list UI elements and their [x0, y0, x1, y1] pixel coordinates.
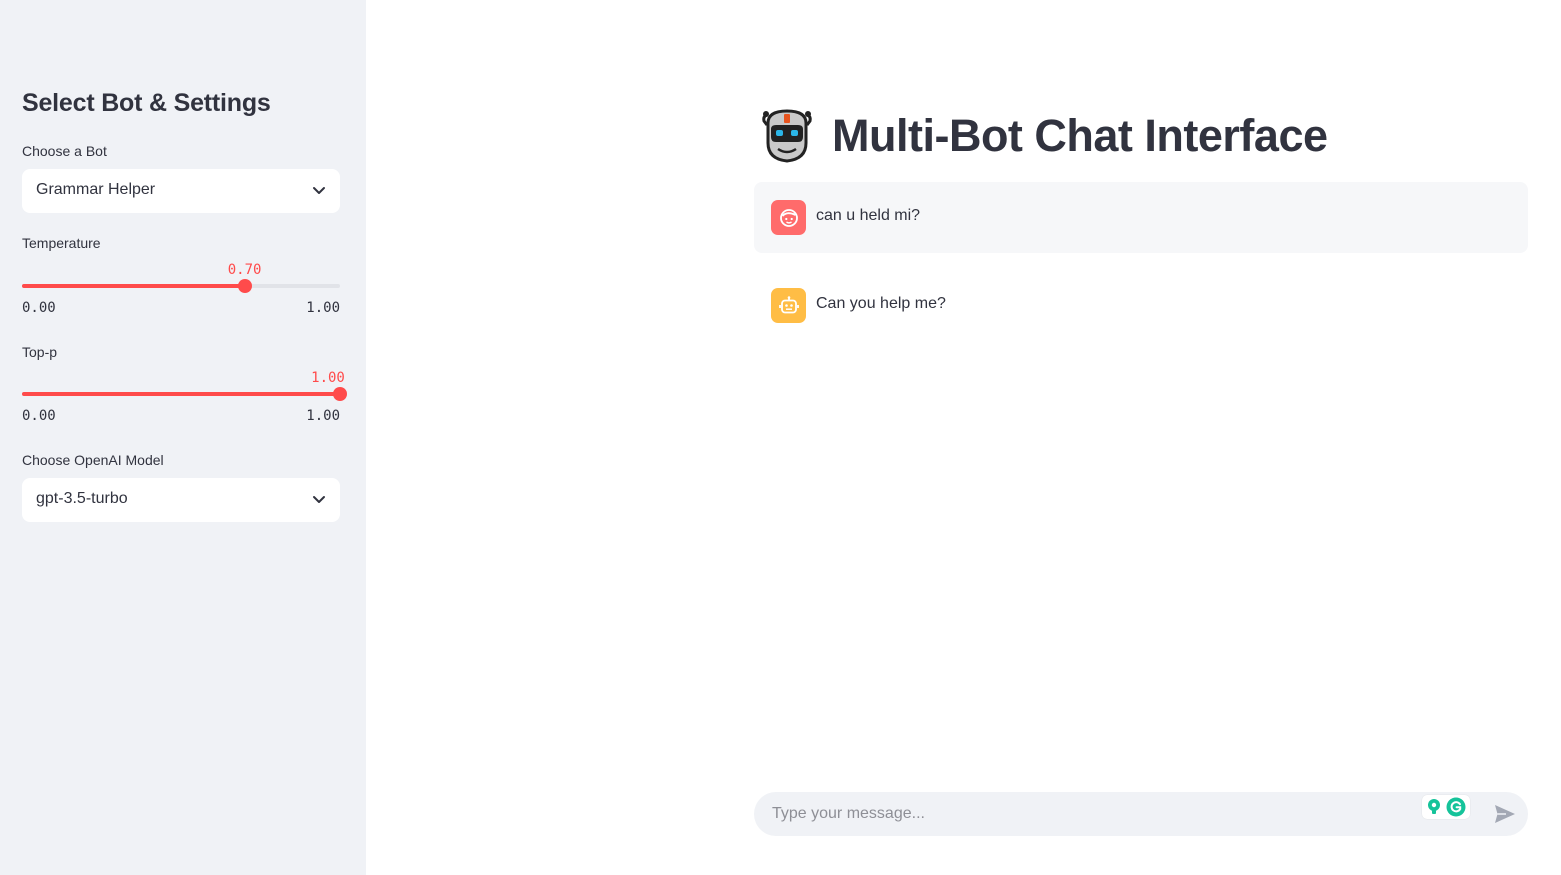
bot-select-label: Choose a Bot [22, 143, 107, 159]
bot-select-value: Grammar Helper [36, 181, 156, 198]
grammarly-widget[interactable] [1422, 795, 1470, 819]
chat-message-user: can u held mi? [754, 182, 1528, 253]
top-p-label: Top-p [22, 344, 58, 360]
model-select-label: Choose OpenAI Model [22, 452, 164, 468]
chat-message-assistant: Can you help me? [754, 270, 1528, 341]
bot-select[interactable]: Grammar Helper [22, 169, 340, 213]
chevron-down-icon [313, 187, 325, 194]
slider-thumb[interactable] [333, 387, 347, 401]
temperature-min: 0.00 [22, 300, 56, 316]
lightbulb-icon [1428, 799, 1440, 814]
message-text: can u held mi? [816, 207, 921, 224]
chat-input[interactable] [772, 792, 1412, 836]
temperature-label: Temperature [22, 235, 101, 251]
slider-value: 0.70 [227, 262, 262, 278]
chat-input-container [754, 792, 1528, 836]
sidebar-title: Select Bot & Settings [22, 89, 271, 117]
sidebar: Select Bot & Settings Choose a Bot Gramm… [0, 0, 366, 875]
slider-fill [22, 284, 245, 288]
send-icon[interactable] [1494, 804, 1516, 824]
user-face-icon [779, 208, 798, 227]
temperature-max: 1.00 [306, 300, 340, 316]
robot-icon [762, 109, 812, 163]
grammarly-icon [1446, 797, 1466, 817]
model-select-value: gpt-3.5-turbo [36, 490, 128, 507]
model-select[interactable]: gpt-3.5-turbo [22, 478, 340, 522]
bot-avatar [771, 288, 806, 323]
bot-icon [778, 295, 799, 313]
top-p-max: 1.00 [306, 408, 340, 424]
user-avatar [771, 200, 806, 235]
page-header: Multi-Bot Chat Interface [758, 106, 1328, 166]
top-p-slider[interactable]: 1.00 [22, 370, 347, 414]
top-p-min: 0.00 [22, 408, 56, 424]
chevron-down-icon [313, 496, 325, 503]
slider-thumb[interactable] [237, 279, 252, 293]
slider-value: 1.00 [311, 370, 345, 386]
page-title: Multi-Bot Chat Interface [832, 110, 1328, 161]
slider-fill [22, 392, 340, 396]
temperature-slider[interactable]: 0.70 [22, 262, 340, 306]
message-text: Can you help me? [816, 295, 946, 312]
